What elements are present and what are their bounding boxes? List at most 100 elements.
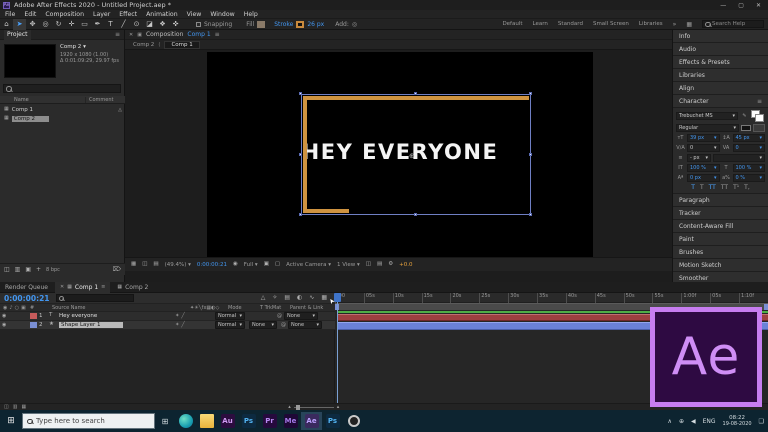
parent-dropdown[interactable]: None▾ bbox=[288, 321, 322, 329]
timeline-strip-icon[interactable]: ◐ bbox=[297, 295, 302, 301]
snapping-checkbox[interactable] bbox=[196, 22, 201, 27]
column-trkmat[interactable]: T TrkMat bbox=[260, 305, 290, 311]
column-layer-number[interactable]: # bbox=[30, 305, 52, 311]
selection-handle[interactable] bbox=[299, 213, 302, 216]
selection-handle[interactable] bbox=[529, 92, 532, 95]
menu-item[interactable]: File bbox=[5, 11, 15, 18]
breadcrumb-comp1-active[interactable]: Comp 1 bbox=[164, 41, 199, 49]
selection-handle[interactable] bbox=[299, 92, 302, 95]
pixel-aspect-icon[interactable]: ◫ bbox=[366, 262, 371, 268]
eyedropper-icon[interactable]: ✎ bbox=[740, 113, 749, 119]
faux-style-button[interactable]: TT bbox=[709, 184, 716, 191]
close-button[interactable]: ✕ bbox=[756, 2, 761, 9]
taskbar-app-button[interactable]: Ps bbox=[238, 412, 259, 430]
stroke-width-value[interactable]: 26 px bbox=[307, 21, 324, 28]
taskbar-app-button[interactable]: Au bbox=[217, 412, 238, 430]
taskbar-app-button[interactable] bbox=[196, 412, 217, 430]
sidebar-panel-header[interactable]: Info bbox=[673, 30, 768, 43]
leading-dropdown[interactable]: 45 px▾ bbox=[733, 134, 766, 142]
new-folder-icon[interactable]: ▥ bbox=[15, 267, 21, 273]
font-style-dropdown[interactable]: Regular▾ bbox=[676, 124, 739, 132]
zoom-slider-knob[interactable] bbox=[296, 405, 300, 410]
statusbar-timecode[interactable]: 0:00:00:21 bbox=[197, 262, 227, 268]
selection-handle[interactable] bbox=[529, 153, 532, 156]
horizontal-scale-dropdown[interactable]: 100 %▾ bbox=[733, 164, 766, 172]
layer-name-selected[interactable]: Shape Layer 1 bbox=[59, 322, 175, 328]
anchor-point-icon[interactable]: ⊕ bbox=[409, 152, 415, 160]
timeline-search-box[interactable] bbox=[56, 294, 134, 302]
fill-swatch[interactable] bbox=[257, 21, 265, 28]
baseline-shift-dropdown[interactable]: 0 px▾ bbox=[687, 174, 720, 182]
current-timecode[interactable]: 0:00:00:21 bbox=[4, 294, 50, 303]
font-family-dropdown[interactable]: Trebuchet MS▾ bbox=[676, 112, 738, 120]
time-ruler[interactable]: :0005s10s15s20s25s30s35s40s45s50s55s1:00… bbox=[335, 293, 768, 303]
taskbar-app-button[interactable]: Me bbox=[280, 412, 301, 430]
tab-comp2-timeline[interactable]: ▦ Comp 2 bbox=[112, 282, 153, 293]
parent-dropdown[interactable]: None▾ bbox=[284, 312, 318, 320]
vertical-scale-dropdown[interactable]: 100 %▾ bbox=[687, 164, 720, 172]
column-mode[interactable]: Mode bbox=[228, 305, 260, 311]
sidebar-panel-header[interactable]: Content-Aware Fill bbox=[673, 220, 768, 233]
menu-item[interactable]: Effect bbox=[119, 11, 137, 18]
notification-center-icon[interactable]: ❑ bbox=[759, 418, 764, 425]
network-icon[interactable]: ⊕ bbox=[679, 418, 684, 425]
tool-button[interactable]: ↻ bbox=[52, 19, 65, 30]
tab-project[interactable]: Project bbox=[4, 30, 31, 40]
faux-style-button[interactable]: T, bbox=[744, 184, 750, 191]
taskbar-search-box[interactable]: Type here to search bbox=[22, 413, 155, 429]
stroke-label[interactable]: Stroke bbox=[274, 21, 293, 28]
transparency-grid-icon[interactable]: ▢ bbox=[275, 262, 280, 268]
blend-mode-dropdown[interactable]: Normal▾ bbox=[215, 321, 245, 329]
layer-label-swatch[interactable] bbox=[30, 313, 37, 319]
faux-style-button[interactable]: T bbox=[691, 184, 695, 191]
column-name[interactable]: Name bbox=[0, 97, 86, 103]
sidebar-panel-header[interactable]: Align bbox=[673, 82, 768, 95]
sidebar-panel-header[interactable]: Audio bbox=[673, 43, 768, 56]
project-row-comp2[interactable]: ▦ Comp 2 bbox=[0, 114, 125, 123]
tool-button[interactable]: ➤ bbox=[13, 19, 26, 30]
kerning-dropdown[interactable]: 0▾ bbox=[687, 144, 720, 152]
selection-handle[interactable] bbox=[414, 92, 417, 95]
workspace-item[interactable]: Libraries bbox=[639, 21, 663, 27]
fast-previews-icon[interactable]: ▤ bbox=[377, 262, 382, 268]
menu-item[interactable]: Layer bbox=[93, 11, 110, 18]
tool-button[interactable]: T bbox=[104, 19, 117, 30]
tool-button[interactable]: ⊙ bbox=[130, 19, 143, 30]
panel-lock-icon[interactable]: ▣ bbox=[137, 32, 142, 38]
layer-label-swatch[interactable] bbox=[30, 322, 37, 328]
sidebar-panel-header[interactable]: Paint bbox=[673, 233, 768, 246]
layer-row-shape-layer-1[interactable]: ◉ 2 ★ Shape Layer 1 ✦ ╱ Normal▾ None▾ @ … bbox=[0, 321, 335, 330]
task-view-button[interactable]: ⊞ bbox=[155, 417, 175, 426]
faux-style-button[interactable]: T¹ bbox=[733, 184, 739, 191]
sidebar-panel-header[interactable]: Tracker bbox=[673, 207, 768, 220]
search-help-box[interactable]: Search Help bbox=[702, 20, 764, 28]
tool-button[interactable]: ✛ bbox=[65, 19, 78, 30]
workspace-item[interactable]: Default bbox=[502, 21, 522, 27]
snapshot-icon[interactable]: ◉ bbox=[233, 262, 238, 268]
menu-item[interactable]: Help bbox=[244, 11, 258, 18]
tab-close-icon[interactable]: ✕ bbox=[60, 284, 64, 290]
project-search-box[interactable] bbox=[3, 84, 121, 93]
tool-button[interactable]: ◎ bbox=[39, 19, 52, 30]
sidebar-panel-header[interactable]: Libraries bbox=[673, 69, 768, 82]
panel-menu-icon[interactable]: ≡ bbox=[101, 284, 105, 290]
tab-comp1-timeline[interactable]: ✕ ▦ Comp 1 ≡ bbox=[55, 282, 110, 293]
selection-handle[interactable] bbox=[414, 213, 417, 216]
tray-chevron-up-icon[interactable]: ∧ bbox=[668, 418, 672, 425]
visibility-eye-icon[interactable]: ◉ bbox=[0, 314, 10, 319]
menu-item[interactable]: Animation bbox=[146, 11, 178, 18]
layer-switches[interactable]: ✦ ╱ bbox=[175, 322, 215, 328]
selection-handle[interactable] bbox=[529, 213, 532, 216]
swap-swatch[interactable] bbox=[753, 124, 765, 132]
font-size-dropdown[interactable]: 39 px▾ bbox=[687, 134, 720, 142]
taskbar-app-button[interactable] bbox=[175, 412, 196, 430]
magnification-grid-icon[interactable]: ◫ bbox=[142, 262, 147, 268]
maximize-button[interactable]: ▢ bbox=[738, 2, 744, 9]
stroke-width-dropdown[interactable]: - px▾ bbox=[687, 154, 711, 162]
view-layout-dropdown[interactable]: 1 View ▾ bbox=[337, 262, 360, 268]
tracking-dropdown[interactable]: 0▾ bbox=[733, 144, 766, 152]
faux-style-button[interactable]: T bbox=[700, 184, 704, 191]
sidebar-panel-header[interactable]: Motion Sketch bbox=[673, 259, 768, 272]
minimize-button[interactable]: — bbox=[720, 2, 726, 9]
always-preview-icon[interactable]: ▦ bbox=[131, 262, 136, 268]
